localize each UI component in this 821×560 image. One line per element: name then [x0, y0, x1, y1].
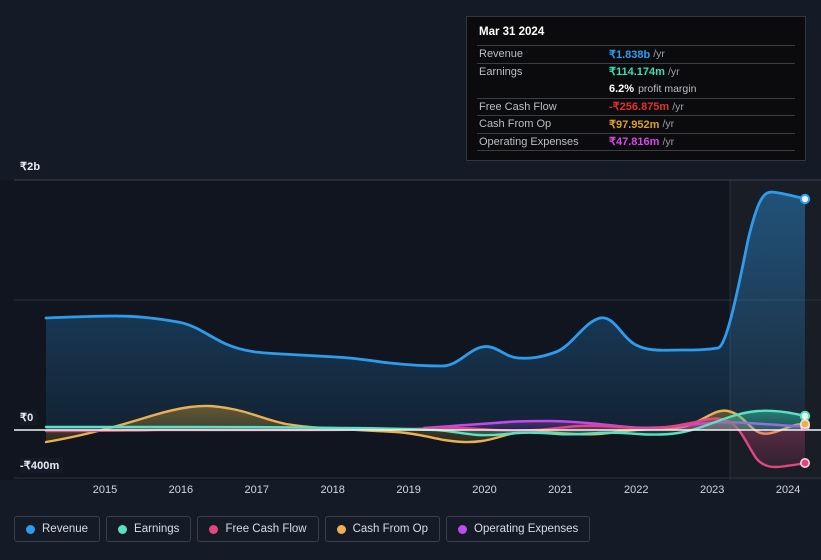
tooltip-row-value: -₹256.875m — [609, 101, 670, 114]
tooltip-row-unit: /yr — [662, 135, 675, 148]
tooltip-row: Free Cash Flow -₹256.875m/yr — [477, 97, 795, 116]
legend-item-revenue[interactable]: Revenue — [14, 516, 101, 542]
legend-color-dot — [26, 524, 35, 534]
legend-item-operating-expenses[interactable]: Operating Expenses — [446, 516, 591, 542]
tooltip-row-value: ₹97.952m — [609, 118, 660, 131]
tooltip-date: Mar 31 2024 — [479, 26, 545, 38]
y-axis-label-zero: ₹0 — [20, 410, 38, 425]
x-axis-tick-2018: 2018 — [320, 484, 345, 496]
tooltip-row-label: Revenue — [479, 48, 524, 61]
tooltip-row: 6.2% profit margin — [477, 80, 795, 98]
legend-item-label: Earnings — [134, 523, 180, 535]
x-axis-tick-2015: 2015 — [92, 484, 118, 496]
chart-tooltip: Mar 31 2024 Revenue ₹1.838b/yr Earnings ₹11… — [466, 16, 806, 161]
x-axis-tick-2019: 2019 — [396, 484, 421, 496]
tooltip-row-unit: /yr — [662, 118, 675, 131]
tooltip-row-label: Cash From Op — [479, 118, 552, 131]
tooltip-row-label: Earnings — [479, 65, 523, 78]
legend-item-earnings[interactable]: Earnings — [106, 516, 192, 542]
tooltip-row-value: ₹47.816m — [609, 136, 660, 149]
legend-item-label: Cash From Op — [352, 523, 429, 535]
tooltip-row-value: ₹114.174m — [609, 66, 665, 79]
endpoint-earnings — [799, 410, 811, 422]
legend-color-dot — [336, 524, 346, 534]
x-axis-tick-2023: 2023 — [699, 484, 725, 496]
tooltip-row-unit: /yr — [672, 100, 684, 113]
x-axis-tick-2024: 2024 — [775, 484, 801, 496]
tooltip-rows: Revenue ₹1.838b/yr Earnings ₹114.174m/yr 6.2… — [477, 45, 795, 150]
x-axis-tick-2016: 2016 — [168, 484, 194, 496]
legend-item-free-cash-flow[interactable]: Free Cash Flow — [197, 516, 319, 542]
y-axis-label-top: ₹2b — [20, 159, 45, 174]
tooltip-row-unit: /yr — [667, 65, 680, 78]
y-axis-label-bottom: -₹400m — [20, 458, 64, 473]
tooltip-row-unit: /yr — [653, 48, 665, 61]
tooltip-row-value: 6.2% — [609, 82, 635, 95]
tooltip-row: Cash From Op ₹97.952m/yr — [477, 115, 795, 133]
legend-color-dot — [209, 524, 219, 534]
endpoint-fcf — [799, 457, 810, 468]
tooltip-row: Earnings ₹114.174m/yr — [477, 62, 795, 81]
legend-item-label: Operating Expenses — [474, 523, 579, 535]
x-axis-tick-2022: 2022 — [624, 484, 649, 496]
legend-item-cash-from-op[interactable]: Cash From Op — [324, 516, 441, 542]
legend-item-label: Revenue — [42, 523, 89, 535]
tooltip-row-label: Operating Expenses — [479, 135, 579, 148]
legend-color-dot — [118, 524, 128, 534]
chart-legend: Revenue Earnings Free Cash Flow Cash From O… — [14, 516, 591, 542]
tooltip-row-value: ₹1.838b — [609, 48, 651, 61]
tooltip-row-label: Free Cash Flow — [479, 100, 557, 113]
endpoint-cashfromop — [799, 418, 810, 429]
legend-color-dot — [458, 524, 468, 534]
tooltip-row: Operating Expenses ₹47.816m/yr — [477, 132, 795, 151]
endpoint-revenue — [799, 193, 811, 205]
x-axis: 2015 2016 2017 2018 2019 2020 2021 2022 2023 2024 — [0, 484, 821, 504]
tooltip-row: Revenue ₹1.838b/yr — [477, 45, 795, 63]
tooltip-row-subtext: profit margin — [638, 82, 697, 95]
tooltip-footer-rule — [477, 150, 795, 154]
x-axis-tick-2017: 2017 — [244, 484, 270, 496]
legend-item-label: Free Cash Flow — [225, 523, 307, 535]
x-axis-tick-2020: 2020 — [472, 484, 497, 496]
x-axis-tick-2021: 2021 — [548, 484, 573, 496]
